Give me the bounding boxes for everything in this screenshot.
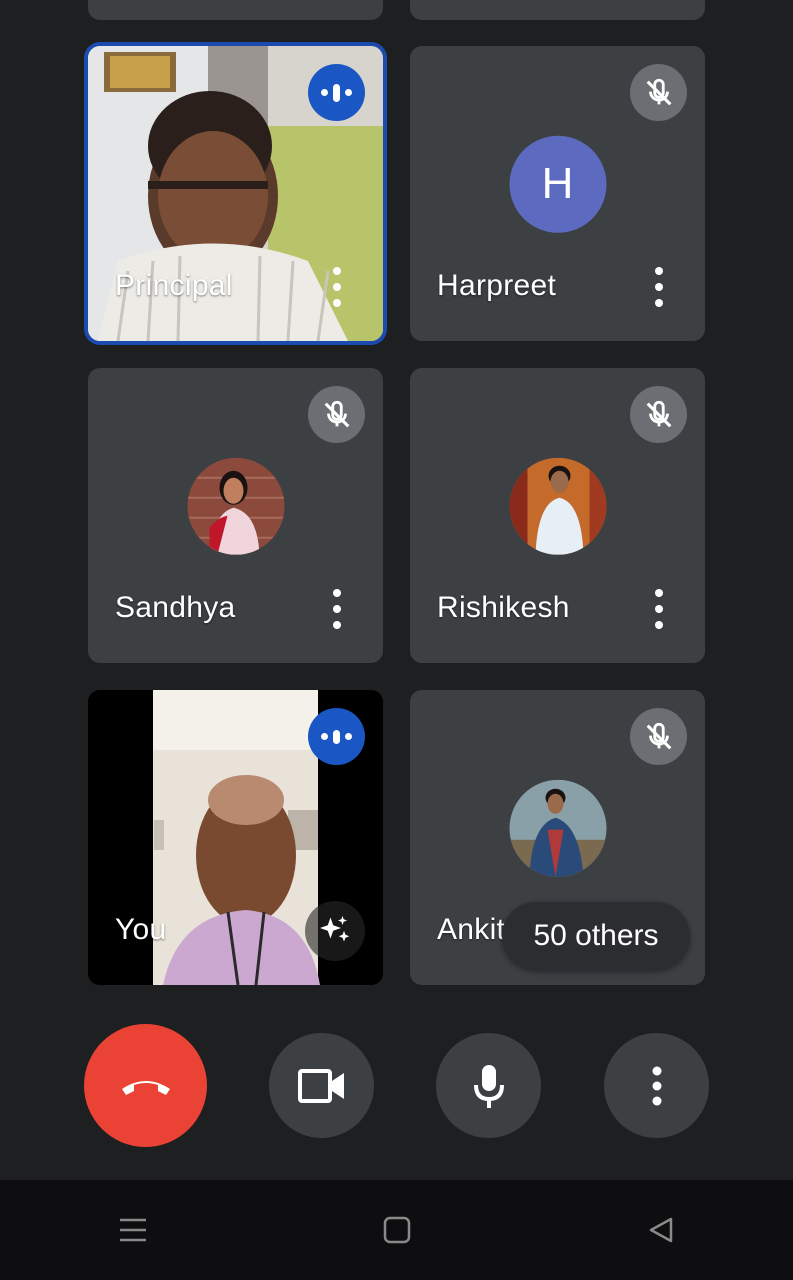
more-vert-icon[interactable] xyxy=(331,589,343,629)
participant-tile-partial xyxy=(88,0,383,20)
participant-tile-sandhya[interactable]: Sandhya xyxy=(88,368,383,663)
back-triangle-icon[interactable] xyxy=(647,1216,675,1244)
speaking-indicator-icon xyxy=(308,64,365,121)
more-vert-icon[interactable] xyxy=(653,267,665,307)
participant-name: Principal xyxy=(115,269,233,302)
avatar: H xyxy=(509,135,606,233)
camera-toggle-button[interactable] xyxy=(269,1033,374,1138)
more-vert-icon[interactable] xyxy=(331,267,343,307)
mic-off-icon xyxy=(630,386,687,443)
more-options-button[interactable] xyxy=(604,1033,709,1138)
mic-off-icon xyxy=(630,64,687,121)
camera-icon xyxy=(297,1068,344,1103)
speaking-indicator-icon xyxy=(308,708,365,765)
mic-off-icon xyxy=(308,386,365,443)
recents-menu-icon[interactable] xyxy=(118,1217,148,1243)
participant-name: Ankit xyxy=(437,913,506,946)
end-call-button[interactable] xyxy=(84,1024,207,1147)
participant-tile-rishikesh[interactable]: Rishikesh xyxy=(410,368,705,663)
mic-off-icon xyxy=(630,708,687,765)
home-square-icon[interactable] xyxy=(383,1216,411,1244)
more-options-icon xyxy=(652,1066,661,1105)
participant-tile-you[interactable]: You xyxy=(88,690,383,985)
avatar xyxy=(509,457,606,555)
participant-tile-harpreet[interactable]: H Harpreet xyxy=(410,46,705,341)
avatar xyxy=(187,457,284,555)
avatar xyxy=(509,779,606,877)
participant-tile-partial xyxy=(410,0,705,20)
system-navigation-bar xyxy=(0,1180,793,1280)
microphone-icon xyxy=(473,1064,504,1108)
others-count-badge[interactable]: 50 others xyxy=(502,902,690,970)
effects-sparkle-icon[interactable] xyxy=(305,901,365,961)
participant-name: Harpreet xyxy=(437,269,557,302)
participant-name: You xyxy=(115,913,167,946)
more-vert-icon[interactable] xyxy=(653,589,665,629)
participant-name: Rishikesh xyxy=(437,591,570,624)
participant-tile-principal[interactable]: Principal xyxy=(88,46,383,341)
microphone-toggle-button[interactable] xyxy=(436,1033,541,1138)
end-call-icon xyxy=(121,1080,170,1095)
participant-name: Sandhya xyxy=(115,591,236,624)
